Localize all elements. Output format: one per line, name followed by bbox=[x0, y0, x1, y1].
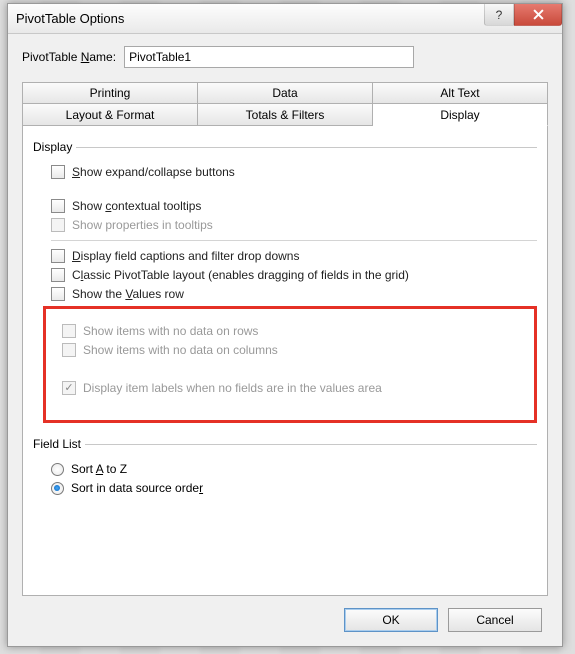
checkbox-icon bbox=[62, 381, 76, 395]
option-values-row[interactable]: Show the Values row bbox=[51, 287, 537, 301]
option-contextual-tooltips[interactable]: Show contextual tooltips bbox=[51, 199, 537, 213]
radio-sort-az[interactable]: Sort A to Z bbox=[51, 462, 537, 476]
checkbox-icon bbox=[62, 343, 76, 357]
group-field-list-legend: Field List bbox=[33, 437, 85, 451]
checkbox-icon bbox=[51, 268, 65, 282]
cancel-button[interactable]: Cancel bbox=[448, 608, 542, 632]
window-buttons: ? bbox=[484, 4, 562, 26]
tab-totals-filters[interactable]: Totals & Filters bbox=[198, 104, 373, 126]
name-row: PivotTable Name: bbox=[22, 46, 548, 68]
option-classic-layout[interactable]: Classic PivotTable layout (enables dragg… bbox=[51, 268, 537, 282]
pivottable-name-input[interactable] bbox=[124, 46, 414, 68]
option-properties-tooltips: Show properties in tooltips bbox=[51, 218, 537, 232]
option-label: Show contextual tooltips bbox=[72, 199, 201, 213]
dialog-content: PivotTable Name: Printing Data Alt Text … bbox=[8, 34, 562, 646]
window-title: PivotTable Options bbox=[16, 11, 124, 26]
option-label: Classic PivotTable layout (enables dragg… bbox=[72, 268, 409, 282]
dialog-footer: OK Cancel bbox=[22, 596, 548, 636]
tab-display[interactable]: Display bbox=[373, 104, 548, 126]
option-label: Show the Values row bbox=[72, 287, 184, 301]
radio-label: Sort in data source order bbox=[71, 481, 203, 495]
separator bbox=[51, 240, 537, 241]
help-button[interactable]: ? bbox=[484, 4, 514, 26]
tab-row-2: Layout & Format Totals & Filters Display bbox=[22, 104, 548, 126]
option-label: Show items with no data on columns bbox=[83, 343, 278, 357]
tab-alt-text[interactable]: Alt Text bbox=[373, 82, 548, 104]
option-expand-collapse[interactable]: Show expand/collapse buttons bbox=[51, 165, 537, 179]
name-label: PivotTable Name: bbox=[22, 50, 116, 64]
radio-icon bbox=[51, 482, 64, 495]
group-display-legend: Display bbox=[33, 140, 76, 154]
group-field-list: Field List Sort A to Z Sort in data sour… bbox=[33, 437, 537, 500]
tab-row-1: Printing Data Alt Text bbox=[22, 82, 548, 104]
tab-panel-display: Display Show expand/collapse buttons Sho… bbox=[22, 126, 548, 596]
ok-button[interactable]: OK bbox=[344, 608, 438, 632]
tab-data[interactable]: Data bbox=[198, 82, 373, 104]
option-label: Show items with no data on rows bbox=[83, 324, 258, 338]
group-display: Display Show expand/collapse buttons Sho… bbox=[33, 140, 537, 427]
option-label: Display item labels when no fields are i… bbox=[83, 381, 382, 395]
option-nodata-columns: Show items with no data on columns bbox=[62, 343, 526, 357]
help-icon: ? bbox=[496, 8, 503, 22]
tab-printing[interactable]: Printing bbox=[22, 82, 198, 104]
titlebar[interactable]: PivotTable Options ? bbox=[8, 4, 562, 34]
option-item-labels: Display item labels when no fields are i… bbox=[62, 381, 526, 395]
radio-label: Sort A to Z bbox=[71, 462, 127, 476]
tabs: Printing Data Alt Text Layout & Format T… bbox=[22, 82, 548, 126]
checkbox-icon bbox=[62, 324, 76, 338]
checkbox-icon bbox=[51, 199, 65, 213]
option-label: Display field captions and filter drop d… bbox=[72, 249, 299, 263]
option-label: Show properties in tooltips bbox=[72, 218, 213, 232]
highlight-box: Show items with no data on rows Show ite… bbox=[43, 306, 537, 423]
checkbox-icon bbox=[51, 287, 65, 301]
radio-sort-source-order[interactable]: Sort in data source order bbox=[51, 481, 537, 495]
option-nodata-rows: Show items with no data on rows bbox=[62, 324, 526, 338]
option-label: Show expand/collapse buttons bbox=[72, 165, 235, 179]
close-button[interactable] bbox=[514, 4, 562, 26]
radio-icon bbox=[51, 463, 64, 476]
close-icon bbox=[533, 9, 544, 20]
pivottable-options-dialog: PivotTable Options ? PivotTable Name: Pr… bbox=[7, 3, 563, 647]
tab-layout-format[interactable]: Layout & Format bbox=[22, 104, 198, 126]
checkbox-icon bbox=[51, 249, 65, 263]
checkbox-icon bbox=[51, 165, 65, 179]
checkbox-icon bbox=[51, 218, 65, 232]
option-display-captions[interactable]: Display field captions and filter drop d… bbox=[51, 249, 537, 263]
